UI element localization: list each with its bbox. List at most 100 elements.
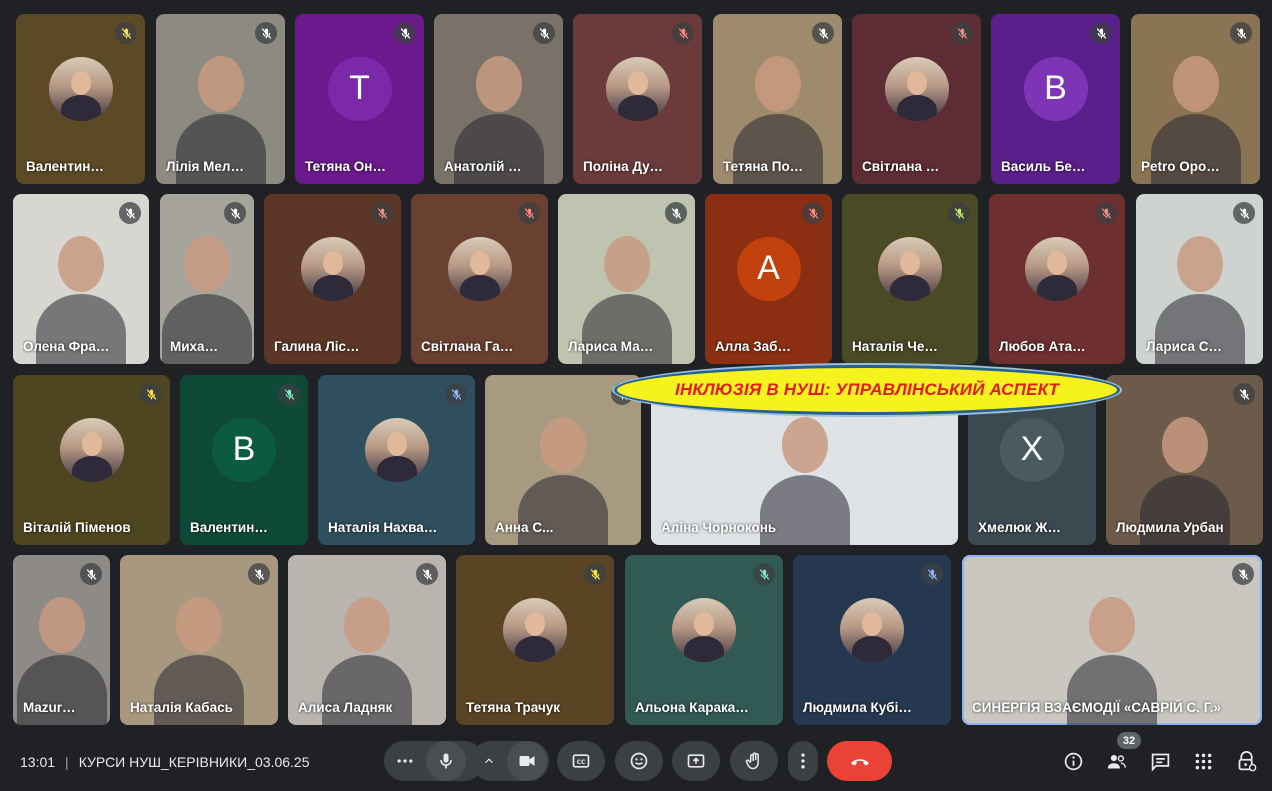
reactions-button[interactable] bbox=[615, 741, 663, 781]
participant-name: Лариса Сид... bbox=[1146, 339, 1229, 354]
participant-tile[interactable]: Наталія Черн... bbox=[842, 194, 978, 364]
participant-tile[interactable]: Анна С... bbox=[485, 375, 641, 545]
more-horiz-icon bbox=[397, 759, 413, 763]
participant-name: Любов Атама... bbox=[999, 339, 1091, 354]
host-controls-button[interactable] bbox=[1233, 748, 1259, 774]
participant-name: Тетяна Трачук bbox=[466, 700, 561, 715]
mic-off-indicator bbox=[1095, 202, 1117, 224]
people-button[interactable] bbox=[1103, 748, 1129, 774]
mic-off-indicator bbox=[665, 202, 687, 224]
svg-text:CC: CC bbox=[577, 760, 586, 766]
participant-tile[interactable]: Світлана Пе... bbox=[852, 14, 981, 184]
participant-tile[interactable]: Тетяна Подо... bbox=[713, 14, 842, 184]
participant-tile[interactable]: Petro Opopri... bbox=[1131, 14, 1260, 184]
participant-tile[interactable]: Т Тетяна Оноп... bbox=[295, 14, 424, 184]
avatar-body-shape bbox=[312, 274, 353, 301]
participant-tile[interactable]: Лариса Маль... bbox=[558, 194, 695, 364]
video-face-shape bbox=[781, 417, 828, 473]
participant-name: Олена Франч... bbox=[23, 339, 115, 354]
participant-tile[interactable]: В Валентина ... bbox=[180, 375, 308, 545]
participant-tile[interactable]: Людмила Урбан bbox=[1106, 375, 1263, 545]
participant-name: Поліна Дурд... bbox=[583, 159, 668, 174]
mic-button[interactable] bbox=[426, 741, 466, 781]
avatar-body-shape bbox=[617, 94, 658, 121]
mic-off-icon bbox=[678, 27, 688, 39]
participant-tile[interactable]: Валентина ... bbox=[16, 14, 145, 184]
participant-name: Віталій Піменов bbox=[23, 520, 131, 535]
video-face-shape bbox=[184, 236, 230, 292]
participant-initial-avatar: В bbox=[1023, 56, 1088, 121]
bottom-control-bar: 13:01 | КУРСИ НУШ_КЕРІВНИКИ_03.06.25 CC bbox=[0, 732, 1272, 791]
participant-name: Галина Лісник bbox=[274, 339, 367, 354]
camera-options-button[interactable] bbox=[471, 741, 507, 781]
activities-button[interactable] bbox=[1190, 748, 1216, 774]
banner-text: ІНКЛЮЗІЯ В НУШ: УПРАВЛІНСЬКИЙ АСПЕКТ bbox=[674, 380, 1060, 399]
present-button[interactable] bbox=[672, 741, 720, 781]
participant-tile[interactable]: Лілія Мельн... bbox=[156, 14, 285, 184]
raise-hand-icon bbox=[745, 752, 759, 770]
participant-photo-avatar bbox=[672, 597, 736, 662]
participant-tile[interactable]: СИНЕРГІЯ ВЗАЄМОДІЇ «САВРІЙ С. Г.» bbox=[962, 555, 1262, 725]
avatar-body-shape bbox=[1037, 274, 1077, 301]
more-options-button[interactable] bbox=[384, 741, 426, 781]
video-face-shape bbox=[1089, 597, 1135, 653]
mic-off-icon bbox=[927, 568, 937, 580]
meeting-title: КУРСИ НУШ_КЕРІВНИКИ_03.06.25 bbox=[78, 754, 310, 770]
mic-off-indicator bbox=[248, 563, 270, 585]
mic-off-icon bbox=[1096, 27, 1106, 39]
chevron-up-icon bbox=[485, 758, 493, 764]
mic-off-indicator bbox=[1230, 22, 1252, 44]
participant-name: Аліна Чорноконь bbox=[661, 520, 777, 535]
participant-name: Тетяна Подо... bbox=[723, 159, 808, 174]
mic-off-indicator bbox=[1232, 563, 1254, 585]
participant-photo-avatar bbox=[300, 236, 365, 301]
participant-tile[interactable]: Поліна Дурд... bbox=[573, 14, 702, 184]
captions-button[interactable]: CC bbox=[557, 741, 605, 781]
participant-tile[interactable]: Наталія Нахваль... bbox=[318, 375, 475, 545]
avatar-body-shape bbox=[684, 635, 724, 662]
participant-tile[interactable]: Людмила Кубіць... bbox=[793, 555, 951, 725]
participant-photo-avatar bbox=[840, 597, 904, 662]
video-face-shape bbox=[58, 236, 104, 292]
participant-name: Світлана Пе... bbox=[862, 159, 947, 174]
camera-button[interactable] bbox=[507, 741, 547, 781]
participant-tile[interactable]: Лариса Сид... bbox=[1136, 194, 1263, 364]
participant-tile[interactable]: Альона Каракац... bbox=[625, 555, 783, 725]
participant-tile[interactable]: Віталій Піменов bbox=[13, 375, 170, 545]
mic-off-indicator bbox=[371, 202, 393, 224]
more-actions-button[interactable] bbox=[788, 741, 818, 781]
participant-photo-avatar bbox=[605, 56, 670, 121]
participant-tile[interactable]: В Василь Безв... bbox=[991, 14, 1120, 184]
participant-tile[interactable]: Наталія Кабась bbox=[120, 555, 278, 725]
participant-tile[interactable]: Михайл... bbox=[160, 194, 254, 364]
participant-tile[interactable]: Олена Франч... bbox=[13, 194, 149, 364]
mic-off-icon bbox=[539, 27, 549, 39]
video-face-shape bbox=[1172, 56, 1219, 112]
participant-name: Василь Безв... bbox=[1001, 159, 1086, 174]
participant-tile[interactable]: Анатолій По... bbox=[434, 14, 563, 184]
participant-name: Mazur ... bbox=[23, 700, 76, 715]
participant-tile[interactable]: А Алла Забол... bbox=[705, 194, 832, 364]
participant-tile[interactable]: Любов Атама... bbox=[989, 194, 1125, 364]
participant-name: Людмила Урбан bbox=[1116, 520, 1224, 535]
avatar-face-shape bbox=[1047, 250, 1067, 275]
participant-photo-avatar bbox=[1025, 236, 1089, 301]
participant-initial-avatar: Х bbox=[1000, 417, 1064, 482]
chat-button[interactable] bbox=[1147, 748, 1173, 774]
participant-tile[interactable]: Галина Лісник bbox=[264, 194, 401, 364]
avatar-face-shape bbox=[322, 250, 343, 275]
participant-tile[interactable]: Світлана Гавр... bbox=[411, 194, 548, 364]
people-count-badge: 32 bbox=[1117, 732, 1141, 749]
participant-name: Наталія Черн... bbox=[852, 339, 944, 354]
avatar-body-shape bbox=[852, 635, 892, 662]
end-call-button[interactable] bbox=[827, 741, 892, 781]
raise-hand-button[interactable] bbox=[730, 741, 778, 781]
participant-tile[interactable]: Алиса Ладняк bbox=[288, 555, 446, 725]
avatar-face-shape bbox=[627, 70, 648, 95]
meeting-details-button[interactable] bbox=[1060, 748, 1086, 774]
meeting-info: 13:01 | КУРСИ НУШ_КЕРІВНИКИ_03.06.25 bbox=[20, 754, 310, 770]
participant-tile[interactable]: Mazur ... bbox=[13, 555, 110, 725]
participant-tile[interactable]: Тетяна Трачук bbox=[456, 555, 614, 725]
mic-off-indicator bbox=[951, 22, 973, 44]
apps-grid-icon bbox=[1195, 753, 1211, 769]
